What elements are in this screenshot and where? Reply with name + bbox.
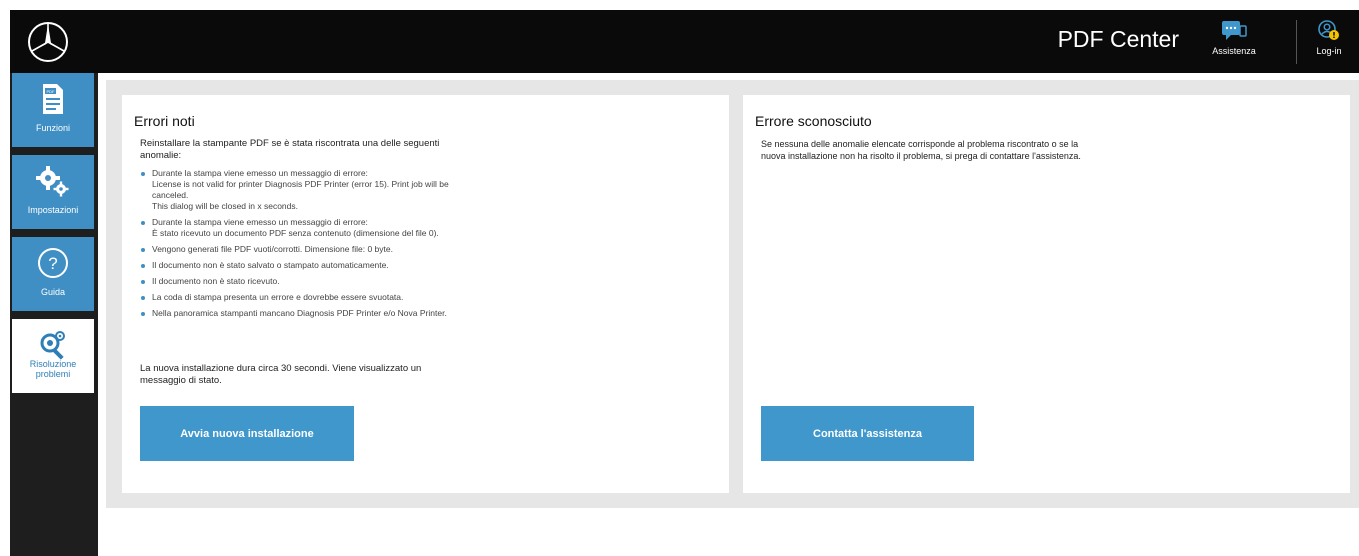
panel-title: Errori noti [134, 113, 195, 129]
unknown-error-panel: Errore sconosciuto Se nessuna delle anom… [743, 95, 1350, 493]
list-item: Durante la stampa viene emesso un messag… [140, 217, 485, 239]
top-bar: PDF Center Assistenza Log-in [10, 10, 1359, 73]
svg-text:?: ? [48, 254, 57, 273]
panel-title: Errore sconosciuto [755, 113, 872, 129]
sidebar: PDF Funzioni Impostazioni ? Guida Risolu… [10, 73, 98, 556]
sidebar-item-impostazioni[interactable]: Impostazioni [12, 155, 94, 229]
contact-support-button[interactable]: Contatta l'assistenza [761, 406, 974, 461]
divider [1296, 20, 1297, 64]
install-note: La nuova installazione dura circa 30 sec… [140, 363, 422, 386]
list-item: Vengono generati file PDF vuoti/corrotti… [140, 244, 485, 255]
issue-text: Durante la stampa viene emesso un messag… [152, 168, 368, 178]
support-label: Assistenza [1212, 46, 1256, 56]
known-errors-panel: Errori noti Reinstallare la stampante PD… [122, 95, 729, 493]
list-item: Durante la stampa viene emesso un messag… [140, 168, 485, 212]
issue-text: Durante la stampa viene emesso un messag… [152, 217, 368, 227]
issue-text: Il documento non è stato salvato o stamp… [152, 260, 389, 270]
sidebar-item-label: Impostazioni [27, 205, 79, 215]
list-item: Il documento non è stato salvato o stamp… [140, 260, 485, 271]
gears-icon [12, 163, 94, 199]
intro-text: Reinstallare la stampante PDF se è stata… [140, 138, 440, 161]
list-item: Nella panoramica stampanti mancano Diagn… [140, 308, 485, 319]
issue-text: Vengono generati file PDF vuoti/corrotti… [152, 244, 393, 254]
sidebar-item-guida[interactable]: ? Guida [12, 237, 94, 311]
support-button[interactable]: Assistenza [1204, 20, 1264, 56]
issue-text: La coda di stampa presenta un errore e d… [152, 292, 404, 302]
sidebar-item-funzioni[interactable]: PDF Funzioni [12, 73, 94, 147]
list-item: La coda di stampa presenta un errore e d… [140, 292, 485, 303]
chat-icon [1222, 21, 1247, 40]
unknown-error-text: Se nessuna delle anomalie elencate corri… [761, 139, 1081, 161]
issue-detail: License is not valid for printer Diagnos… [152, 179, 449, 200]
sidebar-item-label: Risoluzione problemi [29, 359, 77, 379]
user-warning-icon [1318, 20, 1339, 40]
pdf-document-icon: PDF [12, 81, 94, 117]
issue-text: Il documento non è stato ricevuto. [152, 276, 280, 286]
issue-detail: This dialog will be closed in x seconds. [152, 201, 298, 211]
login-label: Log-in [1316, 46, 1342, 56]
issue-text: Nella panoramica stampanti mancano Diagn… [152, 308, 447, 318]
sidebar-item-label: Funzioni [35, 123, 71, 133]
issue-detail: È stato ricevuto un documento PDF senza … [152, 228, 439, 238]
app-title: PDF Center [1057, 26, 1179, 52]
issue-list: Durante la stampa viene emesso un messag… [140, 168, 485, 324]
login-button[interactable]: Log-in [1304, 20, 1354, 56]
sidebar-item-label: Guida [40, 287, 66, 297]
troubleshoot-icon [12, 327, 94, 363]
svg-text:PDF: PDF [47, 89, 56, 94]
sidebar-item-risoluzione-problemi[interactable]: Risoluzione problemi [12, 319, 94, 393]
brand-logo [28, 22, 68, 62]
reinstall-button[interactable]: Avvia nuova installazione [140, 406, 354, 461]
list-item: Il documento non è stato ricevuto. [140, 276, 485, 287]
help-icon: ? [12, 245, 94, 281]
